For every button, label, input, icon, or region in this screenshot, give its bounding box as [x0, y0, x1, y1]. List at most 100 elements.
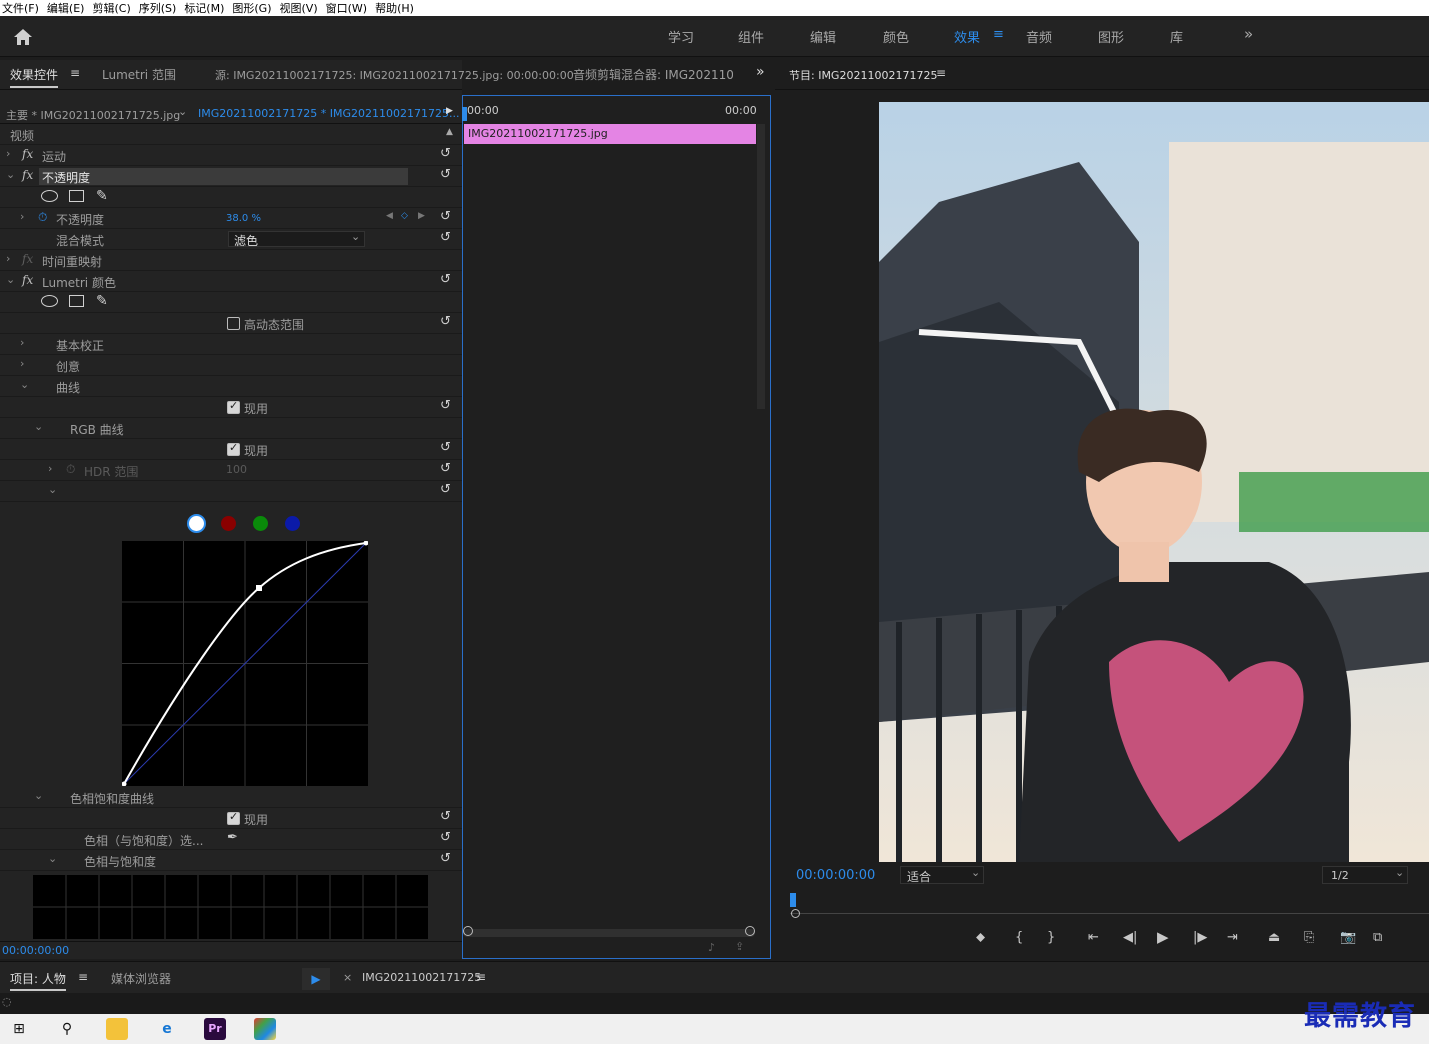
- reset-icon[interactable]: ↺: [440, 440, 451, 455]
- hdr-checkbox[interactable]: [227, 317, 240, 330]
- menu-help[interactable]: 帮助(H): [375, 0, 414, 16]
- go-to-out-icon[interactable]: ⇥: [1227, 930, 1238, 945]
- colorful-app-icon[interactable]: [254, 1018, 276, 1040]
- eyedropper-icon[interactable]: ✒: [227, 830, 238, 845]
- selection-tool-icon[interactable]: ▶: [302, 968, 330, 990]
- menu-sequence[interactable]: 序列(S): [139, 0, 177, 16]
- workspace-audio[interactable]: 音频: [1026, 27, 1052, 46]
- effect-row-time-remap[interactable]: › fx 时间重映射: [0, 250, 462, 271]
- sequence-clip-label[interactable]: IMG20211002171725 * IMG20211002171725...: [198, 107, 459, 120]
- program-title[interactable]: 节目: IMG20211002171725: [789, 67, 937, 83]
- menu-clip[interactable]: 剪辑(C): [92, 0, 130, 16]
- chevron-right-icon[interactable]: ›: [20, 210, 24, 223]
- mark-in-icon[interactable]: {: [1015, 930, 1023, 945]
- chevron-down-icon[interactable]: ⌄: [20, 378, 29, 391]
- reset-icon[interactable]: ↺: [440, 209, 451, 224]
- reset-icon[interactable]: ↺: [440, 398, 451, 413]
- rectangle-mask-icon[interactable]: [69, 190, 84, 202]
- chevron-down-icon[interactable]: ⌄: [48, 852, 57, 865]
- fit-dropdown[interactable]: 适合 ⌄: [900, 866, 984, 884]
- step-back-icon[interactable]: ◀|: [1123, 930, 1137, 945]
- step-forward-icon[interactable]: |▶: [1193, 930, 1207, 945]
- hue-vs-sat-graph[interactable]: [33, 875, 428, 939]
- chevron-right-icon[interactable]: ›: [20, 336, 24, 349]
- workspace-assembly[interactable]: 组件: [738, 27, 764, 46]
- fx-icon[interactable]: fx: [22, 168, 33, 182]
- workspace-learn[interactable]: 学习: [668, 27, 694, 46]
- project-menu-icon[interactable]: ≡: [78, 970, 88, 984]
- creative-row[interactable]: › 创意: [0, 355, 462, 376]
- tab-project[interactable]: 项目: 人物: [10, 970, 66, 991]
- red-channel-button[interactable]: [221, 516, 236, 531]
- edge-browser-icon[interactable]: e: [156, 1018, 178, 1040]
- rgb-curve-graph[interactable]: [122, 541, 368, 786]
- fx-icon[interactable]: fx: [22, 273, 33, 287]
- rectangle-mask-icon[interactable]: [69, 295, 84, 307]
- effect-row-lumetri[interactable]: ⌄ fx Lumetri 颜色 ↺: [0, 271, 462, 292]
- workspace-libraries[interactable]: 库: [1170, 27, 1183, 46]
- program-timecode[interactable]: 00:00:00:00: [796, 868, 875, 883]
- menu-graphics[interactable]: 图形(G): [232, 0, 271, 16]
- export-frame-icon[interactable]: 📷: [1340, 930, 1356, 945]
- chevron-down-icon[interactable]: ⌄: [6, 168, 15, 181]
- zoom-handle-right-icon[interactable]: [745, 926, 755, 936]
- hue-sat-enabled-checkbox[interactable]: [227, 810, 240, 825]
- blue-channel-button[interactable]: [285, 516, 300, 531]
- menu-file[interactable]: 文件(F): [2, 0, 39, 16]
- hue-sat-curves-row[interactable]: ⌄ 色相饱和度曲线: [0, 787, 462, 808]
- opacity-value[interactable]: 38.0 %: [226, 213, 261, 224]
- chevron-right-icon[interactable]: ›: [6, 147, 10, 160]
- program-playhead[interactable]: [790, 893, 796, 907]
- close-tab-icon[interactable]: ×: [343, 971, 352, 984]
- rgb-curves-row[interactable]: ⌄ RGB 曲线: [0, 418, 462, 439]
- playhead[interactable]: [462, 107, 467, 121]
- tab-menu-icon[interactable]: ≡: [70, 66, 80, 80]
- sequence-tab[interactable]: IMG20211002171725: [362, 971, 481, 984]
- zoom-handle-left-icon[interactable]: [463, 926, 473, 936]
- workspace-editing[interactable]: 编辑: [810, 27, 836, 46]
- timeline-zoom-bar[interactable]: [463, 929, 755, 937]
- mark-out-icon[interactable]: }: [1047, 930, 1055, 945]
- chevron-down-icon[interactable]: ⌄: [34, 789, 43, 802]
- windows-start-icon[interactable]: ⊞: [8, 1018, 30, 1040]
- menu-window[interactable]: 窗口(W): [326, 0, 367, 16]
- curve-control-point[interactable]: [256, 585, 262, 591]
- chevron-down-icon[interactable]: ⌄: [34, 420, 43, 433]
- ellipse-mask-icon[interactable]: [41, 295, 58, 307]
- workspace-graphics[interactable]: 图形: [1098, 27, 1124, 46]
- stopwatch-icon[interactable]: ⏱: [38, 210, 47, 225]
- hue-vs-sat-row[interactable]: ⌄ 色相与饱和度 ↺: [0, 850, 462, 871]
- compare-view-icon[interactable]: ⧉: [1373, 930, 1382, 945]
- reset-icon[interactable]: ↺: [440, 167, 451, 182]
- tab-source[interactable]: 源: IMG20211002171725: IMG20211002171725.…: [215, 67, 574, 83]
- chevron-down-icon[interactable]: ⌄: [48, 483, 57, 496]
- program-ruler[interactable]: [790, 893, 1429, 918]
- timeline-scrollbar[interactable]: [757, 124, 765, 409]
- chevron-down-icon[interactable]: ⌄: [178, 105, 187, 118]
- tab-effect-controls[interactable]: 效果控件: [10, 66, 59, 88]
- play-icon[interactable]: ▶: [1157, 928, 1169, 946]
- prev-keyframe-icon[interactable]: ◀: [386, 211, 393, 221]
- reset-icon[interactable]: ↺: [440, 230, 451, 245]
- extract-icon[interactable]: ⎘: [1304, 930, 1314, 945]
- tab-lumetri-scopes[interactable]: Lumetri 范围: [102, 66, 176, 83]
- white-channel-button[interactable]: [187, 514, 206, 533]
- audio-note-icon[interactable]: ♪: [708, 941, 715, 954]
- next-keyframe-icon[interactable]: ▶: [418, 211, 425, 221]
- collapse-up-icon[interactable]: ▲: [446, 127, 453, 137]
- reset-icon[interactable]: ↺: [440, 830, 451, 845]
- tab-media-browser[interactable]: 媒体浏览器: [111, 970, 171, 987]
- curves-enabled-checkbox[interactable]: [227, 399, 240, 414]
- curves-row[interactable]: ⌄ 曲线: [0, 376, 462, 397]
- resolution-dropdown[interactable]: 1/2 ⌄: [1322, 866, 1408, 884]
- master-clip-label[interactable]: 主要 * IMG20211002171725.jpg: [6, 107, 180, 123]
- chevron-right-icon[interactable]: ›: [48, 462, 52, 475]
- menu-marker[interactable]: 标记(M): [184, 0, 224, 16]
- reset-icon[interactable]: ↺: [440, 272, 451, 287]
- basic-correction-row[interactable]: › 基本校正: [0, 334, 462, 355]
- panel-overflow-icon[interactable]: »: [756, 64, 765, 80]
- green-channel-button[interactable]: [253, 516, 268, 531]
- reset-icon[interactable]: ↺: [440, 314, 451, 329]
- effect-row-motion[interactable]: › fx 运动 ↺: [0, 145, 462, 166]
- program-menu-icon[interactable]: ≡: [936, 66, 946, 80]
